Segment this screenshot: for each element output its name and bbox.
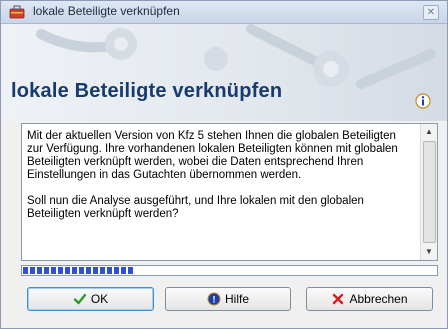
help-button[interactable]: ! Hilfe (165, 287, 291, 311)
progress-fill (23, 267, 135, 274)
message-box[interactable]: Mit der aktuellen Version von Kfz 5 steh… (21, 123, 438, 261)
scrollbar-thumb[interactable] (423, 141, 436, 243)
vertical-scrollbar[interactable]: ▲ ▼ (420, 124, 437, 260)
message-paragraph-2: Soll nun die Analyse ausgeführt, und Ihr… (27, 195, 368, 220)
message-paragraph-1: Mit der aktuellen Version von Kfz 5 steh… (27, 130, 402, 181)
toolbox-icon (9, 5, 25, 19)
help-icon: ! (207, 292, 221, 306)
cancel-x-icon (333, 293, 344, 305)
help-button-label: Hilfe (224, 292, 249, 306)
checkmark-icon (73, 293, 87, 305)
window-title: lokale Beteiligte verknüpfen (33, 4, 180, 18)
close-icon: ✕ (426, 7, 436, 18)
ok-button[interactable]: OK (27, 287, 154, 311)
message-text: Mit der aktuellen Version von Kfz 5 steh… (27, 130, 415, 221)
header-banner: lokale Beteiligte verknüpfen (1, 24, 447, 121)
link-participants-dialog: lokale Beteiligte verknüpfen ✕ lokale Be… (0, 0, 448, 329)
close-button[interactable]: ✕ (423, 5, 439, 20)
wrench-watermark-icon (36, 24, 436, 89)
progress-bar (21, 265, 438, 276)
scroll-up-icon[interactable]: ▲ (421, 124, 437, 140)
header-title: lokale Beteiligte verknüpfen (11, 80, 283, 102)
svg-text:!: ! (212, 295, 215, 305)
title-bar[interactable]: lokale Beteiligte verknüpfen ✕ (1, 1, 447, 24)
cancel-button-label: Abbrechen (349, 292, 408, 306)
ok-button-label: OK (90, 292, 109, 306)
info-icon (415, 93, 431, 109)
cancel-button[interactable]: Abbrechen (306, 287, 433, 311)
scroll-down-icon[interactable]: ▼ (421, 244, 437, 260)
